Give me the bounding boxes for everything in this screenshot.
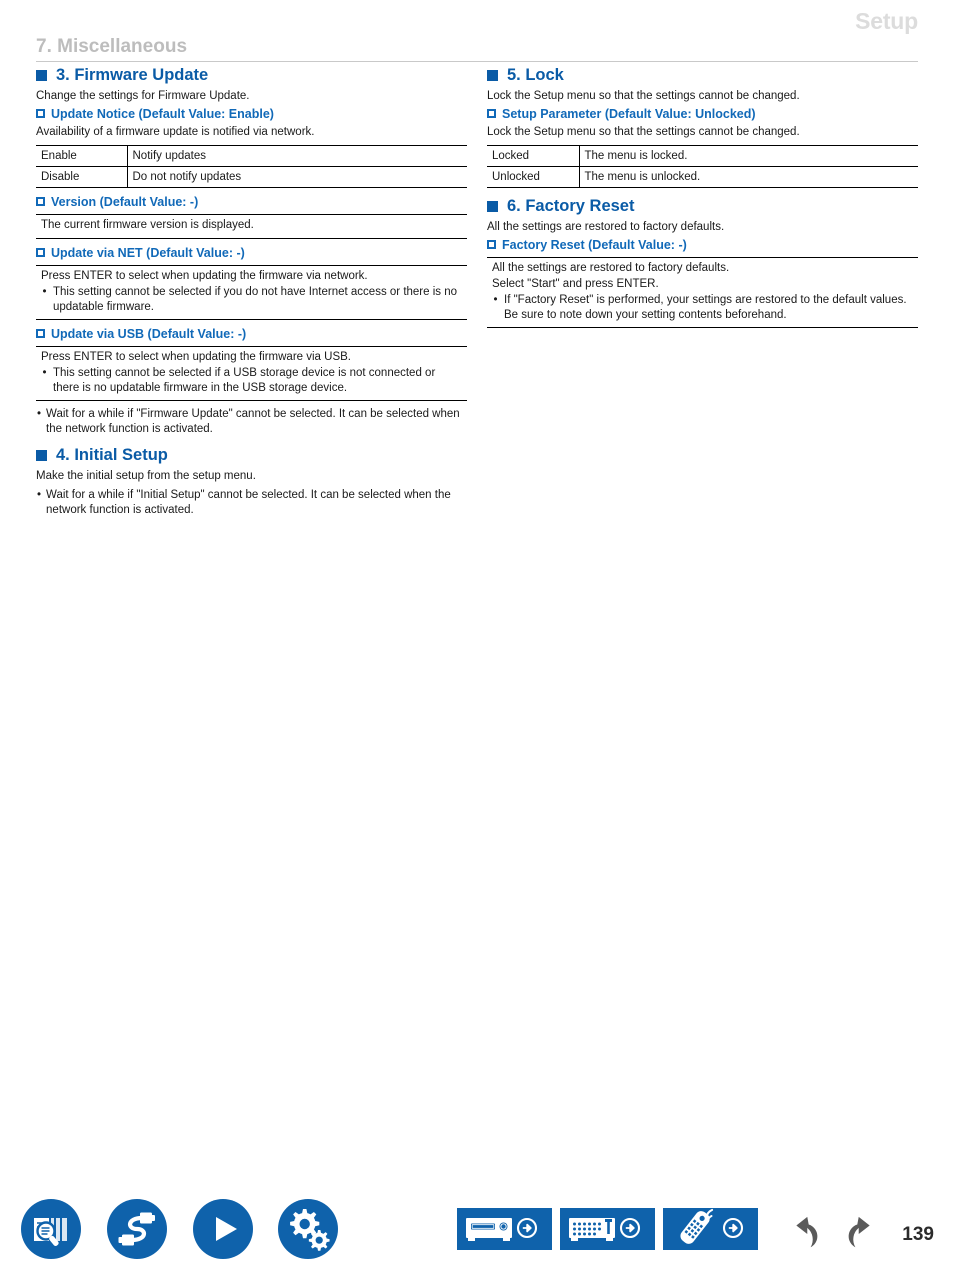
filled-square-icon [487, 201, 498, 212]
table-cell-key: Disable [36, 166, 128, 188]
table-cell-value: Notify updates [127, 145, 467, 167]
update-notice-desc: Availability of a firmware update is not… [36, 126, 315, 138]
subheading-setup-parameter: Setup Parameter (Default Value: Unlocked… [487, 106, 918, 122]
factory-reset-block: All the settings are restored to factory… [487, 257, 918, 328]
bullet-text: Wait for a while if "Initial Setup" cann… [46, 489, 451, 516]
table-row: Enable Notify updates [36, 145, 467, 167]
lock-table: Locked The menu is locked. Unlocked The … [487, 145, 918, 188]
subheading-factory-reset: Factory Reset (Default Value: -) [487, 237, 918, 253]
version-desc-line: The current firmware version is displaye… [41, 219, 254, 231]
open-square-icon [36, 197, 45, 206]
bullet-glyph: • [37, 408, 42, 420]
footer-toolbar: 139 [0, 596, 954, 1259]
section-heading-label: 6. Factory Reset [507, 197, 635, 215]
chapter-title: 7. Miscellaneous [36, 36, 188, 57]
subheading-update-notice: Update Notice (Default Value: Enable) [36, 106, 467, 122]
forward-arrow-icon[interactable] [836, 1213, 884, 1253]
update-usb-line: Press ENTER to select when updating the … [41, 351, 351, 363]
page-header: Setup [0, 6, 954, 40]
remote-controller-button[interactable] [663, 1208, 758, 1250]
open-square-icon [487, 240, 496, 249]
update-via-net-block: Press ENTER to select when updating the … [36, 265, 467, 320]
section-heading-initial-setup: 4. Initial Setup [36, 446, 467, 465]
subheading-update-via-net: Update via NET (Default Value: -) [36, 245, 467, 261]
subheading-label: Setup Parameter (Default Value: Unlocked… [502, 107, 756, 121]
section-heading-factory-reset: 6. Factory Reset [487, 197, 918, 216]
table-row: Locked The menu is locked. [487, 145, 918, 167]
factory-reset-intro-text: All the settings are restored to factory… [487, 221, 725, 233]
page-title: Setup [855, 8, 918, 34]
bullet-text: This setting cannot be selected if you d… [53, 286, 458, 313]
table-row: Disable Do not notify updates [36, 166, 467, 188]
subheading-label: Update via USB (Default Value: -) [51, 327, 247, 341]
table-cell-value: The menu is locked. [579, 145, 918, 167]
bullet-glyph: • [37, 489, 42, 501]
open-square-icon [36, 329, 45, 338]
subheading-label: Factory Reset (Default Value: -) [502, 238, 687, 252]
chapter-rule [36, 61, 918, 62]
open-square-icon [487, 109, 496, 118]
subheading-version: Version (Default Value: -) [36, 194, 467, 210]
table-cell-key: Locked [487, 145, 580, 167]
table-cell-key: Unlocked [487, 166, 580, 188]
bullet-glyph: • [42, 286, 47, 298]
filled-square-icon [487, 70, 498, 81]
play-icon[interactable] [193, 1199, 253, 1259]
bullet-glyph: • [493, 294, 498, 306]
filled-square-icon [36, 70, 47, 81]
initial-setup-note-bullet: • Wait for a while if "Initial Setup" ca… [36, 488, 467, 518]
factory-reset-bullet: • If "Factory Reset" is performed, your … [492, 293, 914, 323]
open-square-icon [36, 248, 45, 257]
subheading-label: Update via NET (Default Value: -) [51, 246, 245, 260]
version-description-block: The current firmware version is displaye… [36, 214, 467, 239]
chapter-block: 7. Miscellaneous [36, 36, 918, 62]
update-via-usb-block: Press ENTER to select when updating the … [36, 346, 467, 401]
section-heading-firmware-update: 3. Firmware Update [36, 66, 467, 85]
front-panel-button[interactable] [457, 1208, 552, 1250]
update-usb-bullet: • This setting cannot be selected if a U… [41, 366, 463, 396]
lock-intro-text: Lock the Setup menu so that the settings… [487, 90, 800, 102]
bullet-text: This setting cannot be selected if a USB… [53, 367, 436, 394]
filled-square-icon [36, 450, 47, 461]
factory-reset-line-2: Select "Start" and press ENTER. [492, 278, 659, 290]
section-heading-label: 3. Firmware Update [56, 66, 209, 84]
update-net-bullet: • This setting cannot be selected if you… [41, 285, 463, 315]
page-number: 139 [902, 1224, 934, 1245]
update-net-line: Press ENTER to select when updating the … [41, 270, 368, 282]
bullet-text: If "Factory Reset" is performed, your se… [504, 294, 907, 321]
table-row: Unlocked The menu is unlocked. [487, 166, 918, 188]
table-cell-value: Do not notify updates [127, 166, 467, 188]
table-cell-key: Enable [36, 145, 128, 167]
setup-gears-icon[interactable] [278, 1199, 338, 1259]
left-column: 3. Firmware Update Change the settings f… [36, 66, 467, 520]
content-area: 3. Firmware Update Change the settings f… [36, 66, 918, 520]
section-heading-label: 5. Lock [507, 66, 564, 84]
bullet-text: Wait for a while if "Firmware Update" ca… [46, 408, 460, 435]
firmware-intro-text: Change the settings for Firmware Update. [36, 90, 250, 102]
subheading-update-via-usb: Update via USB (Default Value: -) [36, 326, 467, 342]
manual-search-icon[interactable] [21, 1199, 81, 1259]
right-column: 5. Lock Lock the Setup menu so that the … [487, 66, 918, 520]
section-heading-lock: 5. Lock [487, 66, 918, 85]
bullet-glyph: • [42, 367, 47, 379]
update-notice-table: Enable Notify updates Disable Do not not… [36, 145, 467, 188]
factory-reset-line-1: All the settings are restored to factory… [492, 262, 730, 274]
back-arrow-icon[interactable] [782, 1213, 830, 1253]
section-heading-label: 4. Initial Setup [56, 446, 168, 464]
initial-setup-intro-text: Make the initial setup from the setup me… [36, 470, 256, 482]
subheading-label: Version (Default Value: -) [51, 195, 199, 209]
subheading-label: Update Notice (Default Value: Enable) [51, 107, 274, 121]
firmware-note-bullet: • Wait for a while if "Firmware Update" … [36, 407, 467, 437]
rear-panel-button[interactable] [560, 1208, 655, 1250]
setup-parameter-desc: Lock the Setup menu so that the settings… [487, 126, 800, 138]
table-cell-value: The menu is unlocked. [579, 166, 918, 188]
connections-cable-icon[interactable] [107, 1199, 167, 1259]
open-square-icon [36, 109, 45, 118]
